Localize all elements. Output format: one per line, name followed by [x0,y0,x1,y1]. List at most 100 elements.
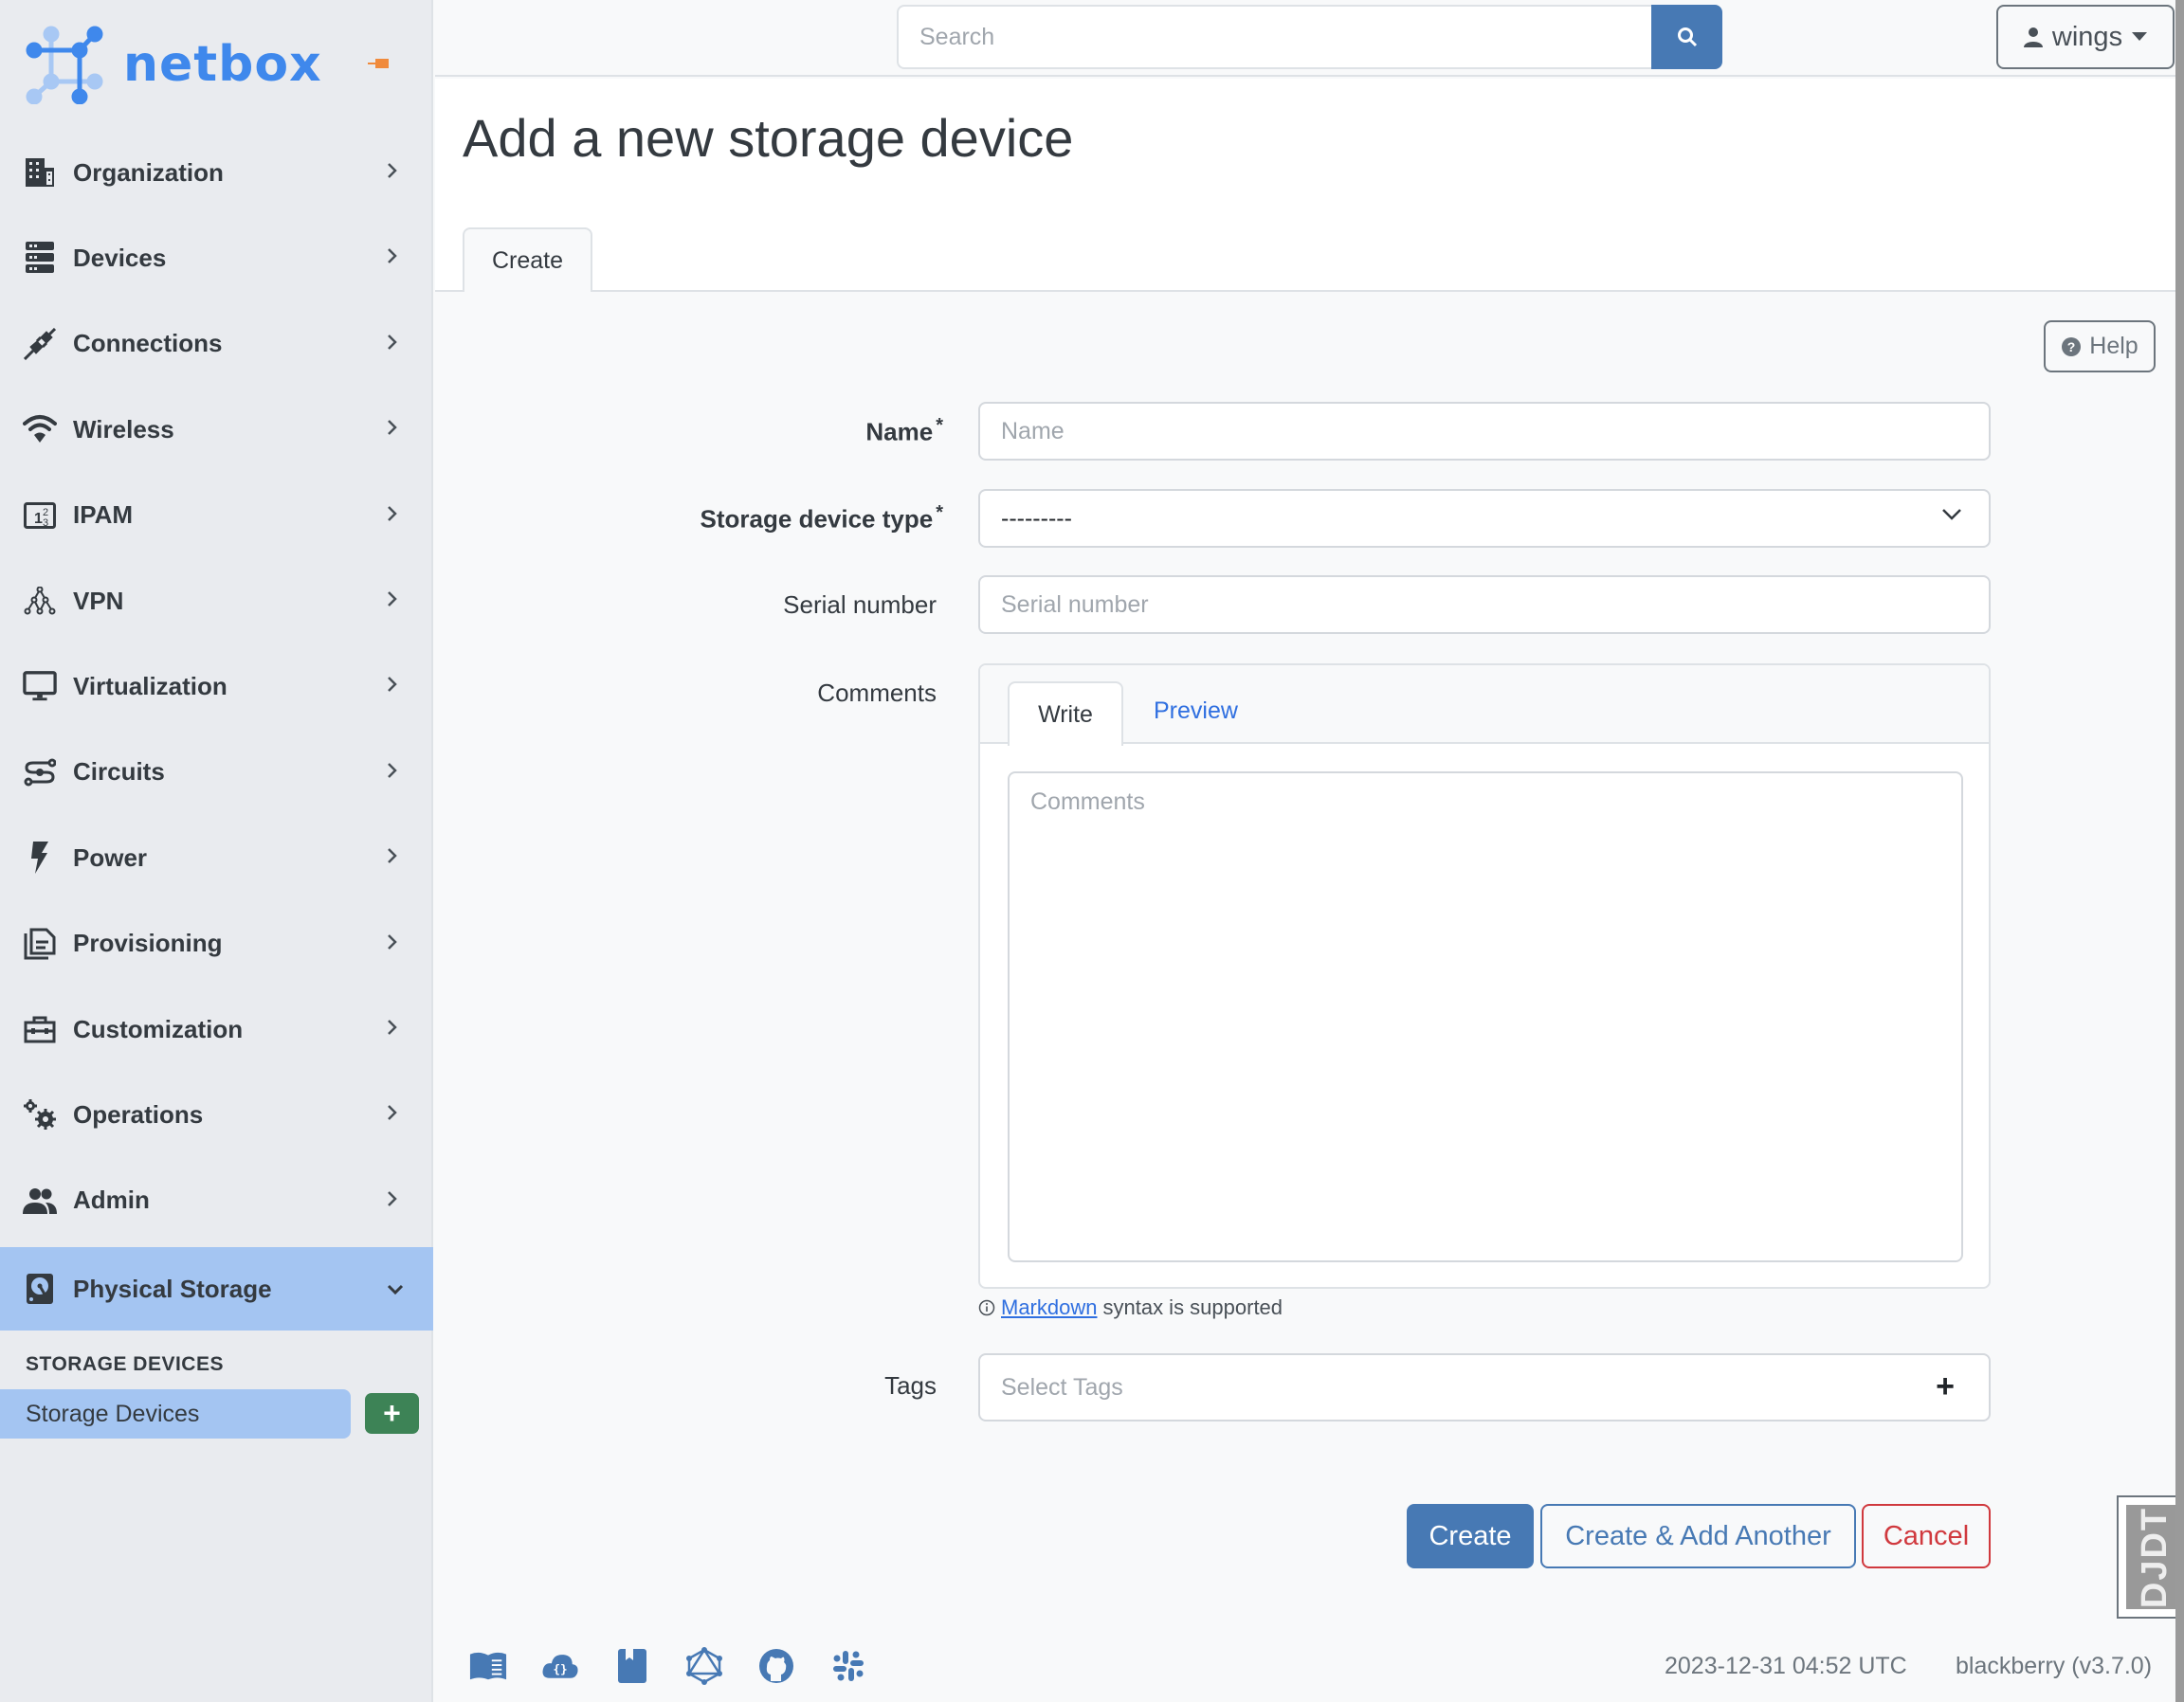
chevron-right-icon [387,1017,398,1041]
monitor-icon [23,669,57,703]
plug-icon [23,327,57,361]
markdown-link[interactable]: Markdown [1001,1295,1097,1320]
search-input[interactable]: Search [897,5,1651,69]
footer-hostname: blackberry (v3.7.0) [1956,1653,2153,1679]
plus-icon[interactable]: + [1936,1368,1955,1405]
chevron-right-icon [387,932,398,956]
add-storage-device-button[interactable]: + [365,1393,419,1434]
tab-write[interactable]: Write [1008,681,1123,746]
sidebar-item-label: Customization [73,1014,244,1043]
page-header: Add a new storage device Create [435,79,2175,292]
user-icon [2023,27,2043,47]
slack-icon[interactable] [829,1647,867,1685]
flash-icon [23,841,57,875]
graph-icon [23,584,57,618]
netbox-logo-icon [26,26,103,104]
help-button[interactable]: ? Help [2044,320,2156,372]
sidebar-item-label: Admin [73,1186,150,1215]
sidebar-item-label: Circuits [73,757,165,787]
sidebar-item-label: Physical Storage [73,1274,272,1303]
scrollbar[interactable] [2175,0,2184,1702]
debug-toolbar-handle[interactable]: DJDT [2117,1495,2184,1619]
chevron-down-icon [387,1276,404,1301]
chevron-right-icon [387,588,398,613]
toolbox-icon [23,1012,57,1046]
user-menu-button[interactable]: wings [1996,5,2175,69]
help-circle-icon: ? [2062,336,2082,356]
svg-text:1: 1 [34,511,43,527]
create-button[interactable]: Create [1407,1504,1534,1568]
comments-textarea[interactable]: Comments [1008,771,1963,1262]
sidebar-item-circuits[interactable]: Circuits [0,730,433,815]
page-title: Add a new storage device [463,108,1074,168]
graphql-icon[interactable] [685,1647,723,1685]
search-button[interactable] [1651,5,1722,69]
username: wings [2051,21,2123,52]
sidebar-item-provisioning[interactable]: Provisioning [0,901,433,987]
search-icon [1677,27,1697,47]
sidebar-item-operations[interactable]: Operations [0,1072,433,1157]
serial-number-input[interactable]: Serial number [978,575,1991,634]
tab-preview[interactable]: Preview [1154,697,1238,725]
sidebar-item-wireless[interactable]: Wireless [0,387,433,472]
sidebar-item-customization[interactable]: Customization [0,987,433,1072]
counter-icon: 123 [23,498,57,533]
brand-name: netbox [123,36,322,93]
sidebar-item-storage-devices[interactable]: Storage Devices [0,1389,351,1439]
sidebar-item-label: Organization [73,157,224,187]
sidebar: netbox Organization Devices Connections Wir… [0,0,433,1702]
sidebar-item-label: Devices [73,243,167,272]
footer-timestamp: 2023-12-31 04:52 UTC [1665,1653,1907,1679]
sidebar-item-admin[interactable]: Admin [0,1158,433,1243]
pin-icon[interactable] [368,57,391,75]
github-icon[interactable] [757,1647,795,1685]
storage-device-type-select[interactable]: --------- [978,489,1991,548]
sidebar-item-label: Wireless [73,414,174,444]
markdown-helper: Markdown syntax is supported [978,1295,1283,1320]
sidebar-item-physical-storage[interactable]: Physical Storage [0,1247,433,1331]
harddisk-icon [23,1272,57,1306]
chevron-right-icon [387,760,398,785]
tab-create[interactable]: Create [463,227,592,292]
building-icon [23,155,57,190]
sidebar-item-organization[interactable]: Organization [0,130,433,215]
chevron-right-icon [387,417,398,442]
svg-text:?: ? [2067,339,2076,354]
netbox-logo[interactable]: netbox [25,25,322,104]
cancel-button[interactable]: Cancel [1862,1504,1991,1568]
chevron-down-icon [1942,509,1961,520]
sidebar-item-label: IPAM [73,500,134,530]
tags-select[interactable]: Select Tags + [978,1353,1991,1421]
sidebar-item-label: Operations [73,1099,204,1129]
sidebar-item-devices[interactable]: Devices [0,215,433,300]
chevron-right-icon [387,332,398,356]
wifi-icon [23,412,57,446]
book-open-icon[interactable] [469,1647,507,1685]
sidebar-item-ipam[interactable]: 1 2 3 IPAM [0,473,433,558]
sidebar-item-connections[interactable]: Connections [0,301,433,387]
create-and-add-another-button[interactable]: Create & Add Another [1540,1504,1856,1568]
storage-device-type-label: Storage device type * [700,502,943,534]
info-icon [978,1299,995,1316]
search-placeholder: Search [919,23,995,50]
name-input[interactable]: Name [978,402,1991,461]
cogs-icon [23,1097,57,1132]
chevron-right-icon [387,845,398,870]
chevron-right-icon [387,674,398,698]
chevron-right-icon [387,503,398,528]
djdt-label: DJDT [2135,1506,2175,1608]
cloud-braces-icon[interactable]: {} [541,1647,579,1685]
svg-text:{}: {} [553,1661,567,1675]
comments-tabs: Write Preview [980,665,1989,746]
chevron-right-icon [387,1188,398,1213]
sidebar-item-virtualization[interactable]: Virtualization [0,643,433,729]
svg-text:3: 3 [43,517,48,529]
sidebar-item-power[interactable]: Power [0,815,433,900]
sidebar-item-label: Connections [73,329,223,358]
sidebar-item-label: Virtualization [73,671,228,700]
bookmark-icon[interactable] [613,1647,651,1685]
name-label: Name * [865,415,943,446]
sidebar-item-vpn[interactable]: VPN [0,558,433,643]
file-document-icon [23,927,57,961]
footer-links: {} [469,1647,867,1685]
